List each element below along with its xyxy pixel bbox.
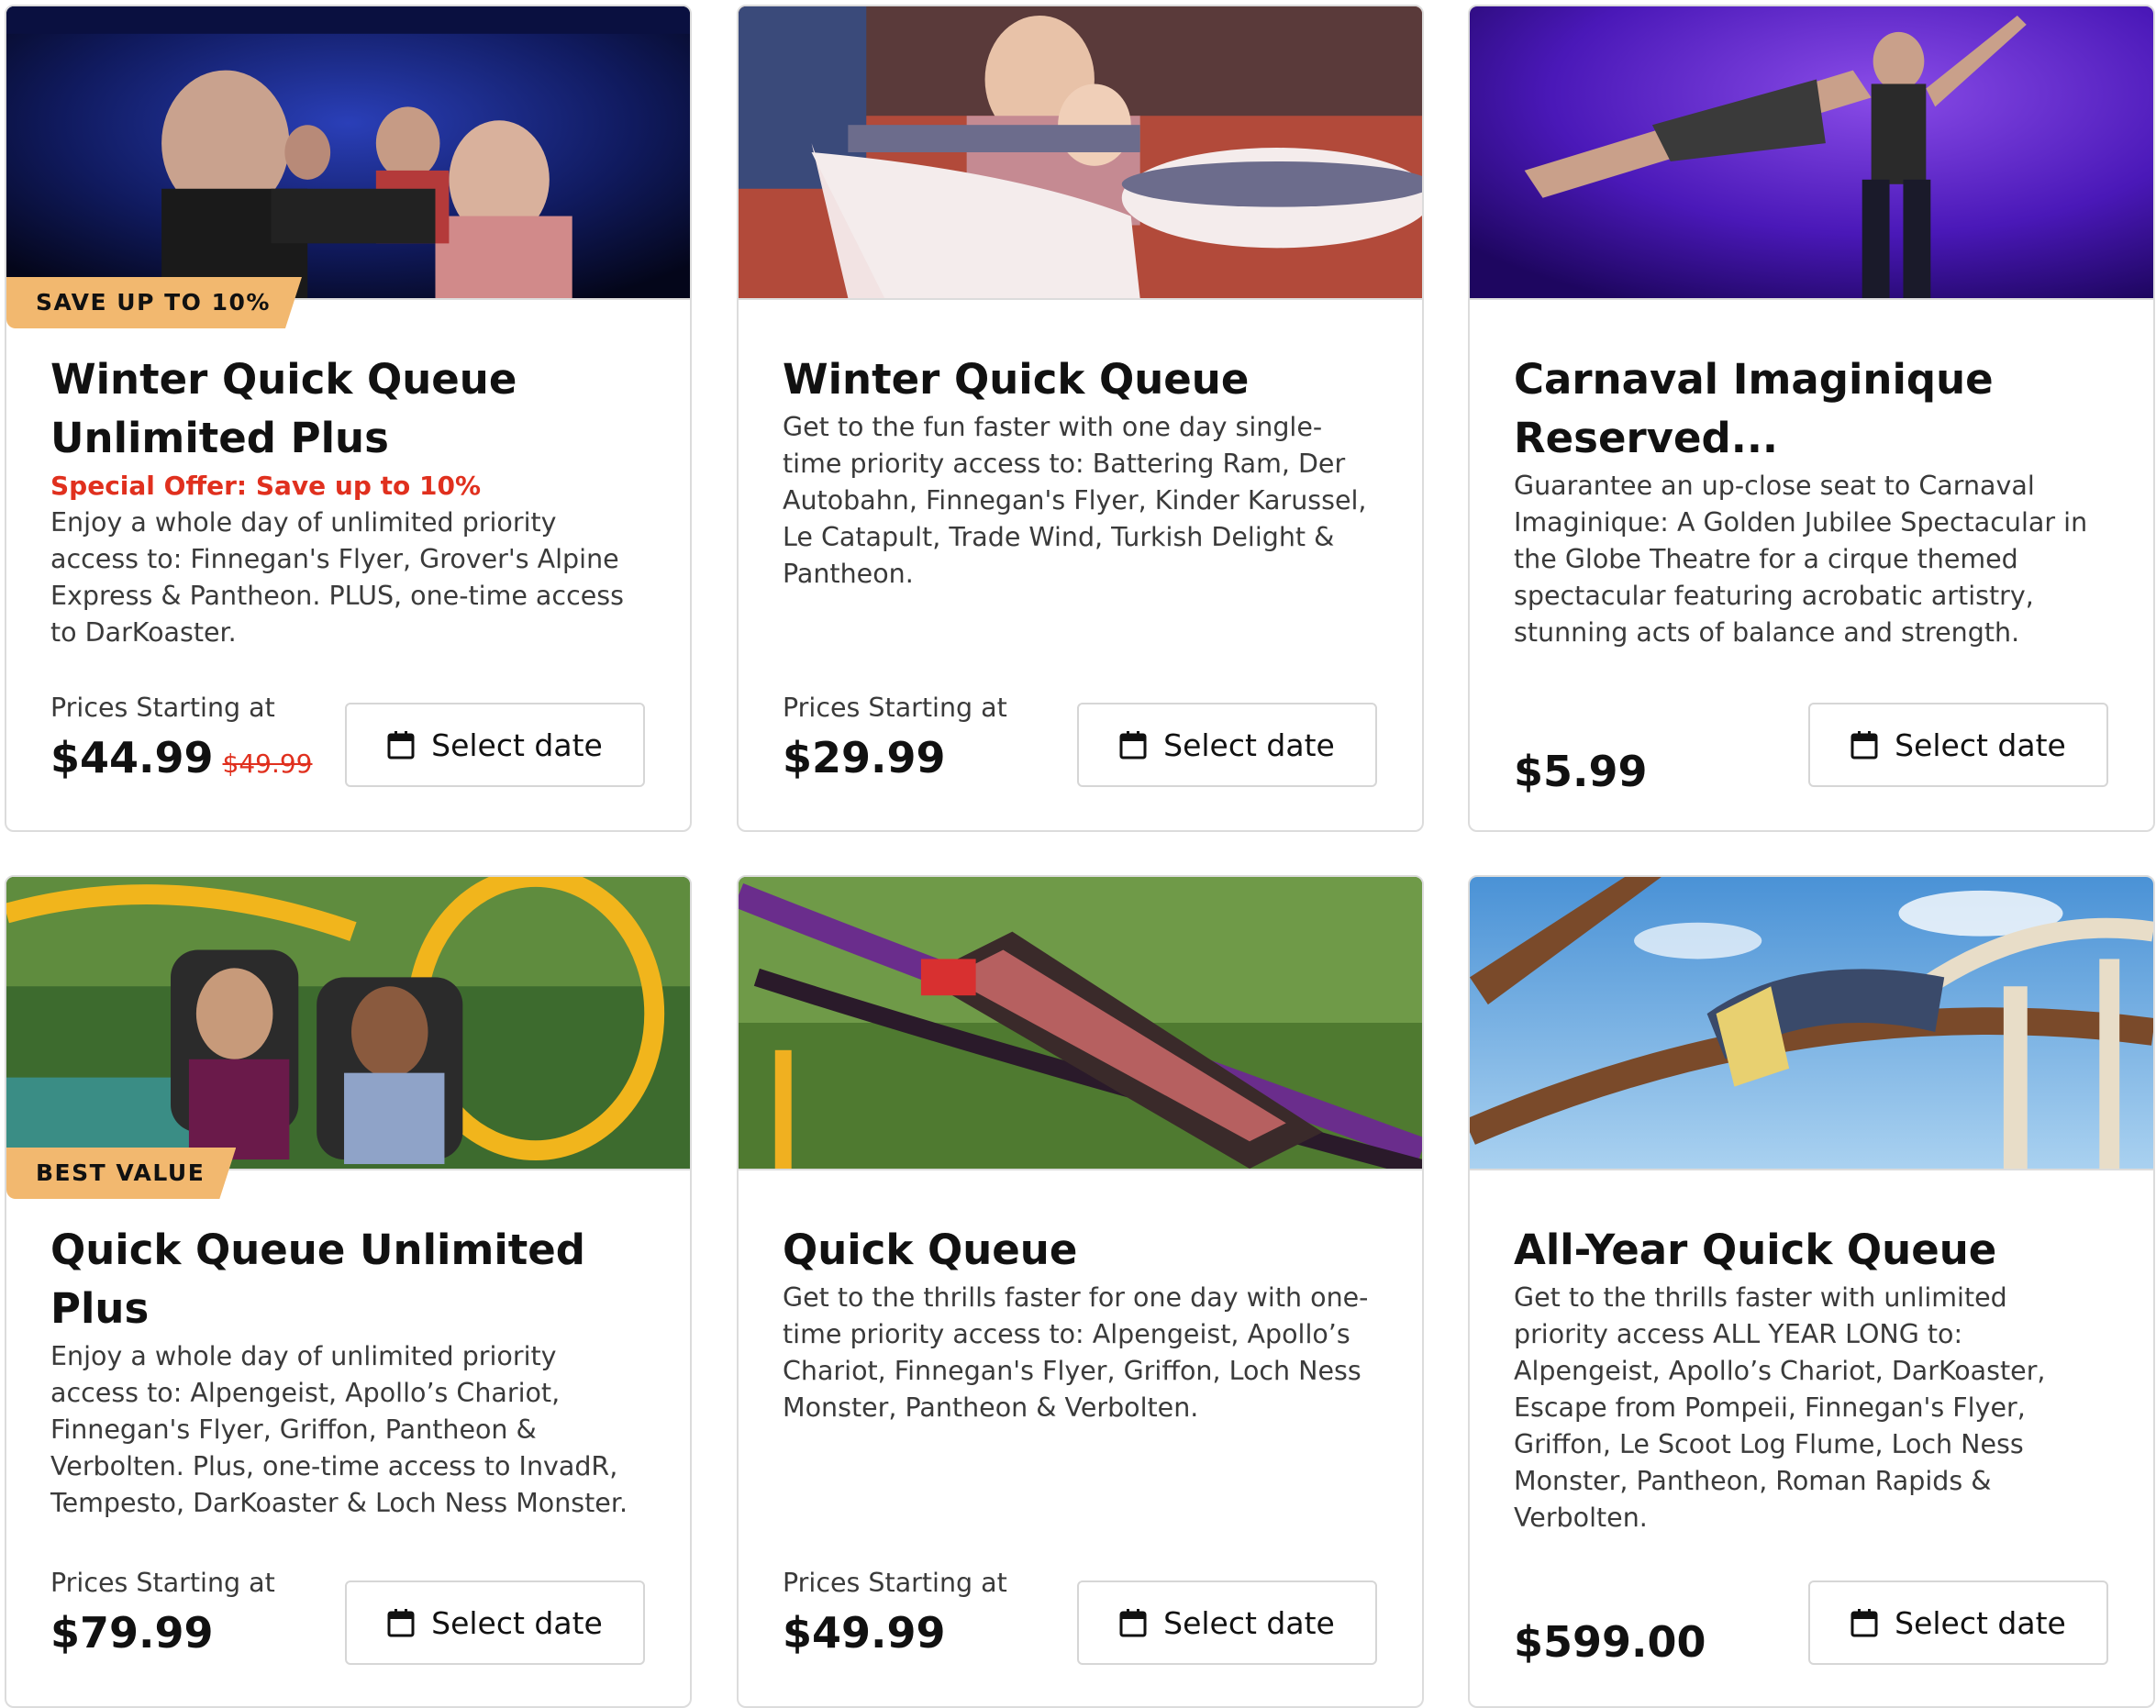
current-price: $29.99 [783,733,946,782]
card-description: Get to the thrills faster with unlimited… [1514,1282,2046,1533]
select-date-button[interactable]: Select date [1808,703,2108,787]
current-price: $49.99 [783,1608,946,1658]
product-card-winter-quick-queue[interactable]: Winter Quick Queue Get to the fun faster… [737,5,1424,832]
select-date-button[interactable]: Select date [1077,1580,1377,1665]
ticket-grid: SAVE UP TO 10% Winter Quick Queue Unlimi… [0,0,2156,1708]
select-date-button[interactable]: Select date [1808,1580,2108,1665]
card-description: Get to the fun faster with one day singl… [783,412,1367,589]
special-offer-text: Special Offer: Save up to 10% [50,471,482,501]
current-price: $44.99 [50,733,214,782]
card-description: Guarantee an up-close seat to Carnaval I… [1514,471,2088,648]
current-price: $79.99 [50,1608,214,1658]
select-date-button[interactable]: Select date [1077,703,1377,787]
card-body: Quick Queue Unlimited Plus Enjoy a whole… [50,1221,646,1522]
calendar-icon [387,1609,415,1637]
calendar-icon [1850,731,1878,760]
product-card-winter-quick-queue-unlimited-plus[interactable]: SAVE UP TO 10% Winter Quick Queue Unlimi… [5,5,692,832]
save-up-to-10-badge: SAVE UP TO 10% [6,277,302,328]
card-description: Get to the thrills faster for one day wi… [783,1282,1369,1423]
price-row: $5.99 [1514,746,1648,797]
card-body: Quick Queue Get to the thrills faster fo… [783,1221,1378,1426]
prices-starting-label: Prices Starting at [50,693,275,723]
current-price: $5.99 [1514,747,1648,796]
select-date-label: Select date [1895,1604,2066,1641]
price-block: Prices Starting at $29.99 [783,690,1007,783]
price-row: $44.99 $49.99 [50,732,313,783]
price-row: $79.99 [50,1607,275,1658]
prices-starting-label: Prices Starting at [783,1568,1007,1598]
card-image-acrobats [1470,6,2153,300]
card-title: Quick Queue [783,1226,1078,1274]
price-block: Prices Starting at $79.99 [50,1565,275,1658]
card-body: Winter Quick Queue Unlimited Plus Specia… [50,350,646,651]
card-description: Enjoy a whole day of unlimited priority … [50,507,624,648]
card-image-coaster-train [739,877,1422,1170]
card-body: Carnaval Imaginique Reserved... Guarante… [1514,350,2109,651]
card-body: All-Year Quick Queue Get to the thrills … [1514,1221,2109,1536]
prices-starting-label: Prices Starting at [783,693,1007,723]
price-row: $29.99 [783,732,1007,783]
product-card-quick-queue[interactable]: Quick Queue Get to the thrills faster fo… [737,875,1424,1708]
calendar-icon [1850,1609,1878,1637]
card-title: Carnaval Imaginique Reserved... [1514,355,1994,462]
original-price: $49.99 [222,749,313,779]
card-description: Enjoy a whole day of unlimited priority … [50,1341,628,1518]
calendar-icon [1119,1609,1147,1637]
select-date-button[interactable]: Select date [345,1580,645,1665]
calendar-icon [1119,731,1147,760]
select-date-label: Select date [1163,726,1335,763]
price-row: $49.99 [783,1607,1007,1658]
card-image-coaster-riders [6,877,690,1170]
calendar-icon [387,731,415,760]
card-title: Quick Queue Unlimited Plus [50,1226,586,1333]
price-block: $599.00 [1514,1611,1706,1668]
select-date-label: Select date [431,1604,603,1641]
card-title: Winter Quick Queue [783,355,1250,404]
price-block: Prices Starting at $44.99 $49.99 [50,690,313,783]
card-body: Winter Quick Queue Get to the fun faster… [783,350,1378,593]
price-row: $599.00 [1514,1616,1706,1668]
select-date-label: Select date [1895,726,2066,763]
card-image-coaster-sky [1470,877,2153,1170]
price-block: Prices Starting at $49.99 [783,1565,1007,1658]
price-block: $5.99 [1514,740,1648,797]
card-image-dark-ride [6,6,690,300]
product-card-carnaval-imaginique[interactable]: Carnaval Imaginique Reserved... Guarante… [1468,5,2155,832]
card-image-teacups-ride [739,6,1422,300]
select-date-label: Select date [431,726,603,763]
select-date-label: Select date [1163,1604,1335,1641]
best-value-badge: BEST VALUE [6,1148,236,1199]
product-card-all-year-quick-queue[interactable]: All-Year Quick Queue Get to the thrills … [1468,875,2155,1708]
current-price: $599.00 [1514,1617,1706,1667]
product-card-quick-queue-unlimited-plus[interactable]: BEST VALUE Quick Queue Unlimited Plus En… [5,875,692,1708]
card-title: All-Year Quick Queue [1514,1226,1997,1274]
prices-starting-label: Prices Starting at [50,1568,275,1598]
select-date-button[interactable]: Select date [345,703,645,787]
card-title: Winter Quick Queue Unlimited Plus [50,355,517,462]
